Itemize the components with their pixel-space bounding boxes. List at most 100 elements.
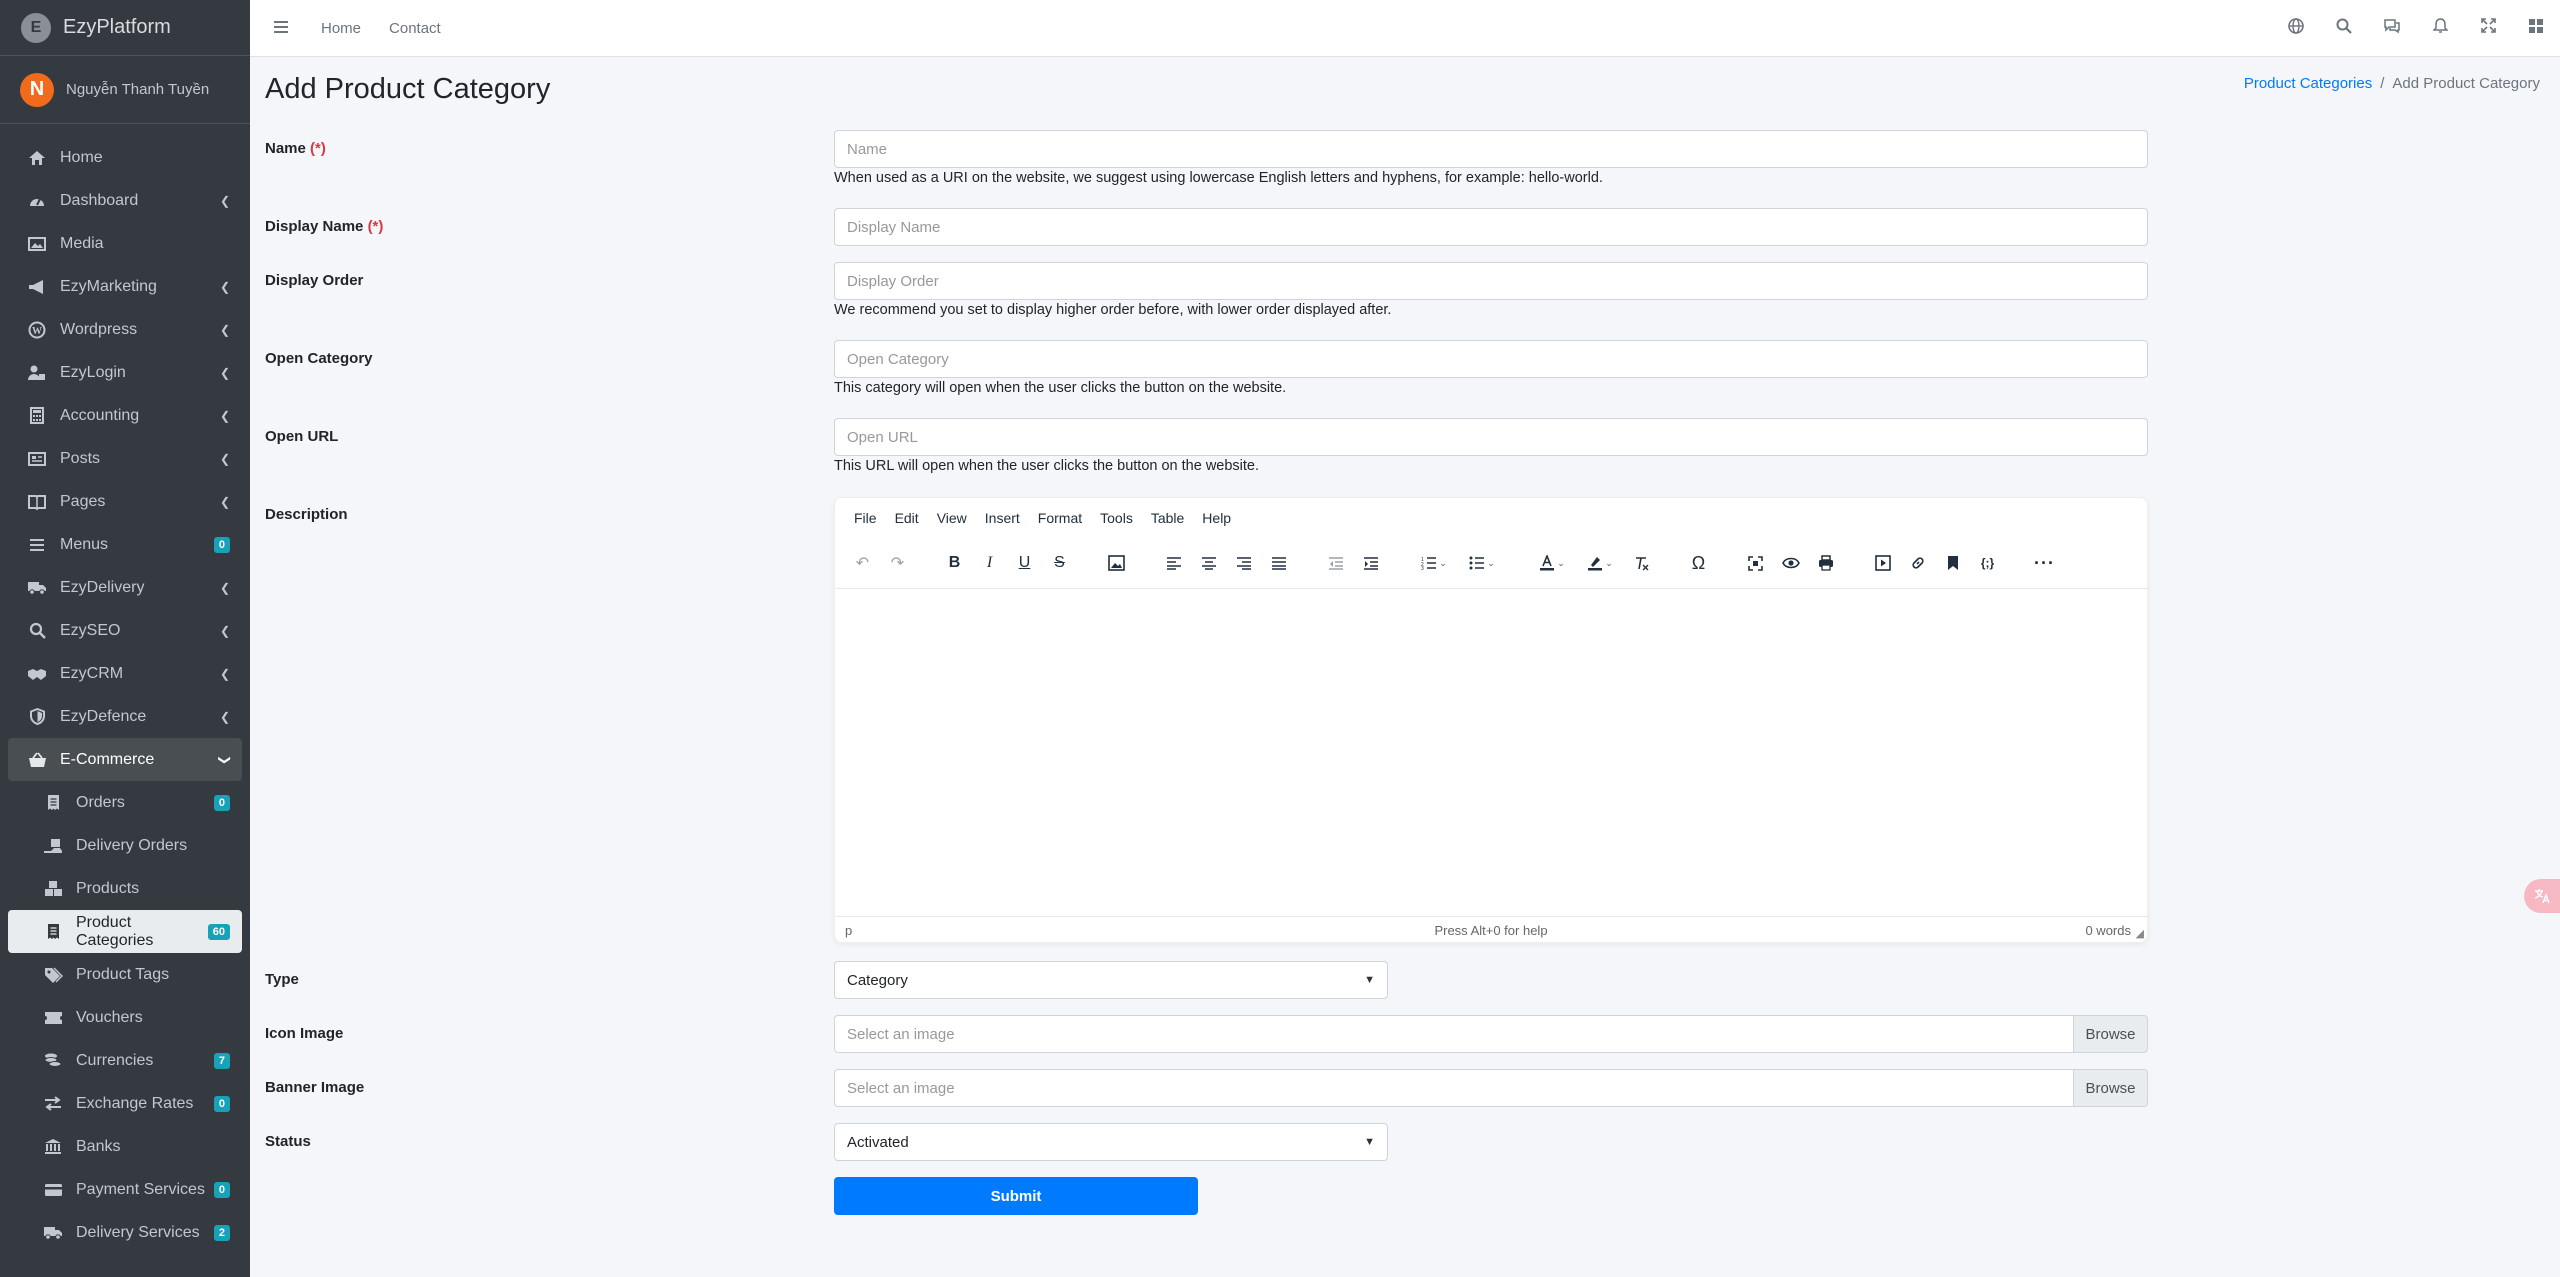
- sidebar-item-banks[interactable]: Banks: [8, 1125, 242, 1168]
- numbered-list-icon[interactable]: 1 2 3 ⌄: [1410, 547, 1458, 579]
- sidebar-item-product-tags[interactable]: Product Tags: [8, 953, 242, 996]
- sidebar-item-label: Product Tags: [76, 965, 170, 983]
- sidebar-item-home[interactable]: Home: [8, 136, 242, 179]
- underline-icon[interactable]: U: [1007, 547, 1042, 579]
- open-category-input[interactable]: [834, 340, 2148, 378]
- banner-image-input[interactable]: Select an image: [834, 1069, 2073, 1107]
- editor-menu-tools[interactable]: Tools: [1100, 510, 1133, 526]
- align-left-icon[interactable]: [1156, 547, 1191, 579]
- highlight-color-icon[interactable]: ⌄: [1576, 547, 1624, 579]
- sidebar-item-vouchers[interactable]: Vouchers: [8, 996, 242, 1039]
- sidebar-item-currencies[interactable]: Currencies 7: [8, 1039, 242, 1082]
- sidebar-item-pages[interactable]: Pages ❮: [8, 480, 242, 523]
- banner-image-browse-button[interactable]: Browse: [2073, 1069, 2148, 1107]
- sidebar-item-media[interactable]: Media: [8, 222, 242, 265]
- hamburger-menu-icon[interactable]: [273, 17, 293, 40]
- status-select[interactable]: Activated ▼: [834, 1123, 1388, 1161]
- page-title: Add Product Category: [265, 73, 551, 105]
- indent-icon[interactable]: [1353, 547, 1388, 579]
- resize-handle-icon[interactable]: ◢: [2136, 927, 2144, 940]
- sidebar-item-ezymarketing[interactable]: EzyMarketing ❮: [8, 265, 242, 308]
- user-name[interactable]: Nguyễn Thanh Tuyền: [66, 81, 209, 98]
- sidebar-item-ezydelivery[interactable]: EzyDelivery ❮: [8, 566, 242, 609]
- editor-menu-table[interactable]: Table: [1151, 510, 1184, 526]
- editor-menu-edit[interactable]: Edit: [895, 510, 919, 526]
- globe-icon[interactable]: [2272, 17, 2320, 39]
- name-help-text: When used as a URI on the website, we su…: [834, 170, 1603, 186]
- top-link-contact[interactable]: Contact: [389, 20, 441, 37]
- print-icon[interactable]: [1808, 547, 1843, 579]
- display-order-input[interactable]: [834, 262, 2148, 300]
- more-options-icon[interactable]: ···: [2027, 547, 2062, 579]
- sidebar-item-payment-services[interactable]: Payment Services 0: [8, 1168, 242, 1211]
- fullscreen-icon[interactable]: [2464, 18, 2512, 38]
- code-sample-icon[interactable]: {;}: [1970, 547, 2005, 579]
- sidebar-item-wordpress[interactable]: W Wordpress ❮: [8, 308, 242, 351]
- text-color-icon[interactable]: ⌄: [1528, 547, 1576, 579]
- editor-menu-view[interactable]: View: [937, 510, 967, 526]
- sidebar-item-label: Exchange Rates: [76, 1094, 194, 1112]
- icon-image-input[interactable]: Select an image: [834, 1015, 2073, 1053]
- type-select[interactable]: Category ▼: [834, 961, 1388, 999]
- sidebar-item-ezydefence[interactable]: EzyDefence ❮: [8, 695, 242, 738]
- preview-eye-icon[interactable]: [1773, 547, 1808, 579]
- special-character-icon[interactable]: Ω: [1681, 547, 1716, 579]
- top-link-home[interactable]: Home: [321, 20, 361, 37]
- sidebar-item-products[interactable]: Products: [8, 867, 242, 910]
- clear-formatting-icon[interactable]: [1624, 547, 1659, 579]
- user-panel[interactable]: N Nguyễn Thanh Tuyền: [0, 56, 250, 124]
- fullscreen-editor-icon[interactable]: [1738, 547, 1773, 579]
- chevron-left-icon: ❮: [219, 666, 230, 681]
- insert-link-icon[interactable]: [1900, 547, 1935, 579]
- sidebar-item-label: EzyCRM: [60, 664, 124, 682]
- align-center-icon[interactable]: [1191, 547, 1226, 579]
- editor-menu-file[interactable]: File: [854, 510, 877, 526]
- floating-translate-icon[interactable]: [2524, 879, 2560, 913]
- outdent-icon[interactable]: [1318, 547, 1353, 579]
- sidebar-item-posts[interactable]: Posts ❮: [8, 437, 242, 480]
- sidebar-item-dashboard[interactable]: Dashboard ❮: [8, 179, 242, 222]
- sidebar-item-menus[interactable]: Menus 0: [8, 523, 242, 566]
- insert-media-icon[interactable]: [1865, 547, 1900, 579]
- bank-icon: [42, 1137, 64, 1157]
- display-name-input[interactable]: [834, 208, 2148, 246]
- sidebar-item-ezyseo[interactable]: EzySEO ❮: [8, 609, 242, 652]
- breadcrumb-link-product-categories[interactable]: Product Categories: [2244, 75, 2372, 92]
- bold-icon[interactable]: B: [937, 547, 972, 579]
- sidebar-item-ezylogin[interactable]: EzyLogin ❮: [8, 351, 242, 394]
- icon-image-browse-button[interactable]: Browse: [2073, 1015, 2148, 1053]
- editor-content-area[interactable]: [835, 588, 2147, 916]
- brand[interactable]: E EzyPlatform: [0, 0, 250, 56]
- sidebar-item-ecommerce[interactable]: E-Commerce ❯: [8, 738, 242, 781]
- count-badge: 0: [213, 1181, 230, 1198]
- redo-icon[interactable]: ↷: [880, 547, 915, 579]
- name-input[interactable]: [834, 130, 2148, 168]
- sidebar-item-exchange-rates[interactable]: Exchange Rates 0: [8, 1082, 242, 1125]
- strikethrough-icon[interactable]: S: [1042, 547, 1077, 579]
- apps-grid-icon[interactable]: [2512, 18, 2560, 39]
- submit-button[interactable]: Submit: [834, 1177, 1198, 1215]
- insert-image-icon[interactable]: [1099, 547, 1134, 579]
- editor-menu-format[interactable]: Format: [1038, 510, 1082, 526]
- chat-icon[interactable]: [2368, 18, 2416, 39]
- align-right-icon[interactable]: [1226, 547, 1261, 579]
- sidebar-item-delivery-services[interactable]: Delivery Services 2: [8, 1211, 242, 1254]
- editor-menu-help[interactable]: Help: [1202, 510, 1231, 526]
- align-justify-icon[interactable]: [1261, 547, 1296, 579]
- sidebar-item-orders[interactable]: Orders 0: [8, 781, 242, 824]
- editor-menu-insert[interactable]: Insert: [985, 510, 1020, 526]
- search-icon[interactable]: [2320, 18, 2368, 39]
- sidebar-item-accounting[interactable]: Accounting ❮: [8, 394, 242, 437]
- sidebar-item-product-categories[interactable]: Product Categories 60: [8, 910, 242, 953]
- bell-icon[interactable]: [2416, 17, 2464, 39]
- sidebar-item-ezycrm[interactable]: EzyCRM ❮: [8, 652, 242, 695]
- sidebar-item-delivery-orders[interactable]: Delivery Orders: [8, 824, 242, 867]
- bullet-list-icon[interactable]: ⌄: [1458, 547, 1506, 579]
- word-count[interactable]: 0 words: [2085, 923, 2131, 938]
- open-url-input[interactable]: [834, 418, 2148, 456]
- undo-icon[interactable]: ↶: [845, 547, 880, 579]
- italic-icon[interactable]: I: [972, 547, 1007, 579]
- bookmark-anchor-icon[interactable]: [1935, 547, 1970, 579]
- count-badge: 2: [213, 1224, 230, 1241]
- exchange-icon: [42, 1094, 64, 1114]
